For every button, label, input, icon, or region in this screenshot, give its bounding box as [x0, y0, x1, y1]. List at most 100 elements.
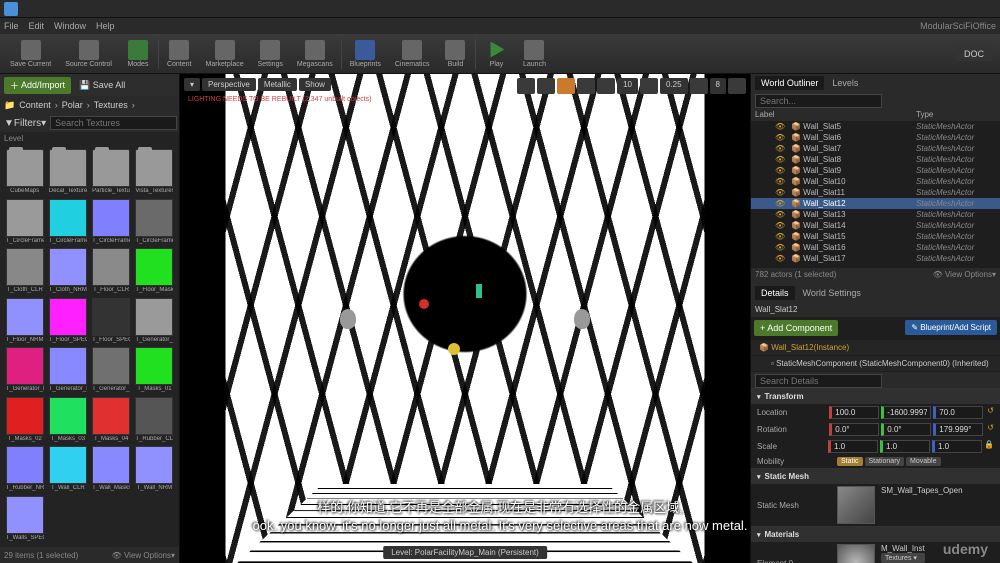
tb-save[interactable]: Save Current — [4, 36, 57, 72]
asset-tile[interactable]: T_CircleFrame_NRM — [91, 199, 132, 247]
mobility-static[interactable]: Static — [837, 457, 863, 466]
mobility-stationary[interactable]: Stationary — [865, 457, 905, 466]
eye-icon[interactable]: 👁 — [775, 122, 785, 131]
outliner-row[interactable]: 👁📦 Wall_Slat16StaticMeshActor — [751, 242, 1000, 253]
tb-blueprints[interactable]: Blueprints — [344, 36, 387, 72]
vp-show[interactable]: Show — [299, 78, 331, 91]
vp-coord-icon[interactable] — [577, 78, 595, 94]
vp-transform-icon[interactable] — [537, 78, 555, 94]
tab-world-outliner[interactable]: World Outliner — [755, 76, 824, 90]
eye-icon[interactable]: 👁 — [775, 144, 785, 153]
menu-window[interactable]: Window — [54, 21, 86, 31]
component-child[interactable]: ▫ StaticMeshComponent (StaticMeshCompone… — [751, 356, 1000, 371]
folder-tile[interactable]: Vista_Textures — [134, 149, 175, 197]
rotation-y[interactable] — [881, 423, 931, 436]
world-outliner[interactable]: Label Type 👁📦 Wall_Slat5StaticMeshActor👁… — [751, 108, 1000, 268]
asset-tile[interactable]: T_Masks_02 — [4, 397, 45, 445]
vp-maximize-icon[interactable] — [728, 78, 746, 94]
asset-tile[interactable]: T_Floor_SPEC — [47, 298, 88, 346]
asset-tile[interactable]: T_Wall_NRM — [134, 446, 175, 494]
asset-tile[interactable]: T_Cloth_NRM — [47, 248, 88, 296]
tb-launch[interactable]: Launch — [516, 36, 552, 72]
outliner-row[interactable]: 👁📦 Wall_Slat6StaticMeshActor — [751, 132, 1000, 143]
vp-perspective[interactable]: Perspective — [202, 78, 256, 91]
outliner-row[interactable]: 👁📦 Wall_Slat17StaticMeshActor — [751, 253, 1000, 264]
asset-tile[interactable]: T_Floor_NRM — [4, 298, 45, 346]
asset-tile[interactable]: T_Generator_SPEC — [91, 347, 132, 395]
folder-tile[interactable]: Particle_Textures — [91, 149, 132, 197]
folder-tile[interactable]: Decal_Textures — [47, 149, 88, 197]
eye-icon[interactable]: 👁 — [775, 210, 785, 219]
details-search-input[interactable] — [755, 374, 882, 388]
outliner-row[interactable]: 👁📦 Wall_Slat8StaticMeshActor — [751, 154, 1000, 165]
tb-build[interactable]: Build — [437, 36, 473, 72]
eye-icon[interactable]: 👁 — [775, 232, 785, 241]
vp-scale-snap[interactable]: 0.25 — [660, 78, 688, 94]
eye-icon[interactable]: 👁 — [775, 177, 785, 186]
eye-icon[interactable]: 👁 — [775, 166, 785, 175]
tb-play[interactable]: Play — [478, 36, 514, 72]
asset-tile[interactable]: T_Wall_Masks — [91, 446, 132, 494]
vp-transform-icon[interactable] — [557, 78, 575, 94]
eye-icon[interactable]: 👁 — [775, 243, 785, 252]
folder-tile[interactable]: CubeMaps — [4, 149, 45, 197]
eye-icon[interactable]: 👁 — [775, 254, 785, 263]
add-component-button[interactable]: + Add Component — [754, 320, 838, 336]
scale-z[interactable] — [932, 440, 982, 453]
scale-x[interactable] — [828, 440, 878, 453]
reset-icon[interactable]: ↺ — [987, 423, 994, 436]
outliner-view-options[interactable]: 👁 View Options▾ — [933, 270, 996, 282]
vp-viewmode[interactable]: Metallic — [258, 78, 297, 91]
tb-modes[interactable]: Modes — [120, 36, 156, 72]
asset-grid[interactable]: CubeMapsDecal_TexturesParticle_TexturesV… — [0, 145, 179, 547]
tb-source-control[interactable]: Source Control — [59, 36, 118, 72]
asset-tile[interactable]: T_Masks_01 — [134, 347, 175, 395]
outliner-row[interactable]: 👁📦 Wall_Slat13StaticMeshActor — [751, 209, 1000, 220]
asset-tile[interactable]: T_CircleFrame_Masks — [47, 199, 88, 247]
outliner-row[interactable]: 👁📦 Wall_Slat15StaticMeshActor — [751, 231, 1000, 242]
menu-edit[interactable]: Edit — [29, 21, 45, 31]
location-x[interactable] — [829, 406, 879, 419]
content-search-input[interactable] — [50, 116, 177, 130]
outliner-row[interactable]: 👁📦 Wall_Slat12StaticMeshActor — [751, 198, 1000, 209]
vp-camera-speed[interactable]: 8 — [710, 78, 726, 94]
vp-transform-icon[interactable] — [517, 78, 535, 94]
asset-tile[interactable]: T_Generator_CLR — [134, 298, 175, 346]
asset-tile[interactable]: T_CircleFrame_CLR — [4, 199, 45, 247]
tb-cinematics[interactable]: Cinematics — [389, 36, 436, 72]
lock-icon[interactable]: 🔒 — [984, 440, 994, 453]
col-label[interactable]: Label — [755, 110, 916, 119]
view-options-button[interactable]: 👁 View Options▾ — [112, 551, 175, 560]
tb-marketplace[interactable]: Marketplace — [199, 36, 249, 72]
doc-button[interactable]: DOC — [956, 47, 992, 61]
outliner-row[interactable]: 👁📦 Wall_Slat14StaticMeshActor — [751, 220, 1000, 231]
viewport-3d[interactable] — [180, 74, 750, 563]
mobility-movable[interactable]: Movable — [906, 457, 940, 466]
asset-tile[interactable]: T_Masks_03 — [47, 397, 88, 445]
textures-dropdown[interactable]: Textures ▾ — [881, 553, 925, 563]
asset-tile[interactable]: T_Rubber_CLR — [134, 397, 175, 445]
section-transform[interactable]: Transform — [751, 389, 1000, 404]
asset-tile[interactable]: T_Walls_SPEC — [4, 496, 45, 544]
outliner-search-input[interactable] — [755, 94, 882, 108]
section-static-mesh[interactable]: Static Mesh — [751, 469, 1000, 484]
asset-tile[interactable]: T_Floor_SPEC_Fw — [91, 298, 132, 346]
save-all-button[interactable]: 💾 Save All — [75, 78, 129, 93]
breadcrumb[interactable]: 📁 Content› Polar› Textures› — [0, 96, 179, 114]
asset-tile[interactable]: T_Floor_Masks — [134, 248, 175, 296]
asset-tile[interactable]: T_Generator_Masks — [4, 347, 45, 395]
tab-details[interactable]: Details — [755, 286, 795, 300]
eye-icon[interactable]: 👁 — [775, 221, 785, 230]
asset-tile[interactable]: T_Wall_CLR — [47, 446, 88, 494]
eye-icon[interactable]: 👁 — [775, 199, 785, 208]
reset-icon[interactable]: ↺ — [987, 406, 994, 419]
tab-world-settings[interactable]: World Settings — [797, 286, 867, 300]
tb-settings[interactable]: Settings — [252, 36, 289, 72]
asset-tile[interactable]: T_Generator_NRM — [47, 347, 88, 395]
location-z[interactable] — [933, 406, 983, 419]
section-materials[interactable]: Materials — [751, 527, 1000, 542]
outliner-row[interactable]: 👁📦 Wall_Slat11StaticMeshActor — [751, 187, 1000, 198]
filters-button[interactable]: ▼Filters▾ — [4, 118, 46, 129]
rotation-x[interactable] — [829, 423, 879, 436]
vp-options[interactable]: ▾ — [184, 78, 200, 91]
